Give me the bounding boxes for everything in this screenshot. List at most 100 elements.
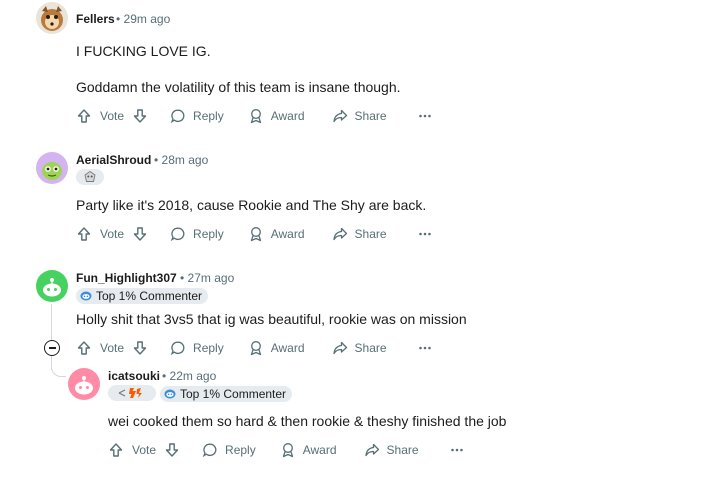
more-options-button[interactable] (417, 108, 433, 124)
share-icon (332, 227, 347, 241)
share-label: Share (354, 227, 387, 241)
comment-actions: Vote Reply Award Share (108, 438, 465, 462)
reply-button[interactable]: Reply (170, 226, 224, 242)
share-icon (364, 443, 379, 457)
award-icon (250, 341, 261, 356)
collapse-thread-button[interactable] (44, 340, 60, 356)
timestamp: 29m ago (123, 12, 171, 26)
downvote-button[interactable] (132, 108, 148, 124)
upvote-button[interactable] (108, 442, 124, 458)
share-button[interactable]: Share (364, 442, 419, 458)
comment-timestamp: • 29m ago (116, 12, 170, 26)
badge-label: Top 1% Commenter (180, 387, 287, 401)
downvote-icon (133, 109, 147, 123)
comment-actions: Vote Reply Award Share (76, 104, 433, 128)
top-commenter-badge: Top 1% Commenter (160, 386, 293, 402)
snoo-avatar-icon (43, 278, 61, 297)
user-flair (108, 385, 156, 401)
vote-label: Vote (132, 443, 157, 457)
upvote-icon (77, 227, 91, 241)
avatar[interactable] (36, 2, 68, 34)
more-options-button[interactable] (417, 340, 433, 356)
user-flair (76, 169, 104, 185)
award-button[interactable]: Award (248, 340, 305, 356)
skull-flair-icon (84, 170, 96, 182)
comment-timestamp: • 28m ago (154, 153, 208, 167)
comment-actions: Vote Reply Award Share (76, 222, 433, 246)
award-button[interactable]: Award (280, 442, 337, 458)
downvote-button[interactable] (132, 226, 148, 242)
award-icon (282, 443, 293, 458)
top-commenter-icon (80, 291, 92, 301)
upvote-icon (77, 109, 91, 123)
upvote-button[interactable] (76, 226, 92, 242)
minus-icon (48, 347, 56, 349)
award-button[interactable]: Award (248, 108, 305, 124)
username[interactable]: AerialShroud (76, 153, 151, 167)
more-options-button[interactable] (449, 442, 465, 458)
more-options-icon (450, 448, 463, 452)
comment-text-line: wei cooked them so hard & then rookie & … (108, 413, 507, 429)
comment-text-line: I FUCKING LOVE IG. (76, 43, 211, 59)
comment-text-line: Holly shit that 3vs5 that ig was beautif… (76, 311, 467, 327)
upvote-button[interactable] (76, 108, 92, 124)
comment-actions: Vote Reply Award Share (76, 336, 433, 360)
badge-label: Top 1% Commenter (96, 289, 203, 303)
avatar[interactable] (36, 270, 68, 302)
fnatic-flair-icon (118, 388, 142, 398)
downvote-icon (133, 227, 147, 241)
reply-icon (202, 443, 217, 458)
thread-line (51, 304, 52, 340)
vote-label: Vote (100, 109, 125, 123)
timestamp: 28m ago (161, 153, 209, 167)
reply-button[interactable]: Reply (202, 442, 256, 458)
comment-timestamp: • 27m ago (180, 271, 234, 285)
separator-dot: • (116, 12, 121, 26)
award-label: Award (270, 109, 305, 123)
reply-icon (170, 109, 185, 124)
vote-label: Vote (100, 227, 125, 241)
reply-button[interactable]: Reply (170, 108, 224, 124)
downvote-icon (133, 341, 147, 355)
award-label: Award (302, 443, 337, 457)
award-label: Award (270, 227, 305, 241)
upvote-icon (77, 341, 91, 355)
downvote-icon (165, 443, 179, 457)
share-icon (332, 109, 347, 123)
timestamp: 27m ago (187, 271, 235, 285)
avatar[interactable] (68, 368, 100, 400)
avatar[interactable] (36, 152, 68, 184)
username[interactable]: Fellers (76, 12, 115, 26)
reply-button[interactable]: Reply (170, 340, 224, 356)
share-button[interactable]: Share (332, 226, 387, 242)
separator-dot: • (180, 271, 185, 285)
downvote-button[interactable] (132, 340, 148, 356)
award-label: Award (270, 341, 305, 355)
more-options-icon (418, 346, 431, 350)
reply-label: Reply (193, 227, 224, 241)
more-options-icon (418, 114, 431, 118)
award-button[interactable]: Award (248, 226, 305, 242)
award-icon (250, 109, 261, 124)
username[interactable]: icatsouki (108, 369, 160, 383)
reply-icon (170, 227, 185, 242)
share-button[interactable]: Share (332, 108, 387, 124)
comment-text-line: Party like it's 2018, cause Rookie and T… (76, 197, 427, 213)
comment-timestamp: • 22m ago (162, 369, 216, 383)
downvote-button[interactable] (164, 442, 180, 458)
timestamp: 22m ago (169, 369, 217, 383)
reply-label: Reply (193, 109, 224, 123)
username[interactable]: Fun_Highlight307 (76, 271, 177, 285)
more-options-icon (418, 232, 431, 236)
share-button[interactable]: Share (332, 340, 387, 356)
vote-label: Vote (100, 341, 125, 355)
reply-label: Reply (225, 443, 256, 457)
top-commenter-icon (164, 389, 176, 399)
reply-label: Reply (193, 341, 224, 355)
upvote-button[interactable] (76, 340, 92, 356)
more-options-button[interactable] (417, 226, 433, 242)
separator-dot: • (162, 369, 167, 383)
top-commenter-badge: Top 1% Commenter (76, 288, 209, 304)
share-label: Share (354, 109, 387, 123)
reply-icon (170, 341, 185, 356)
